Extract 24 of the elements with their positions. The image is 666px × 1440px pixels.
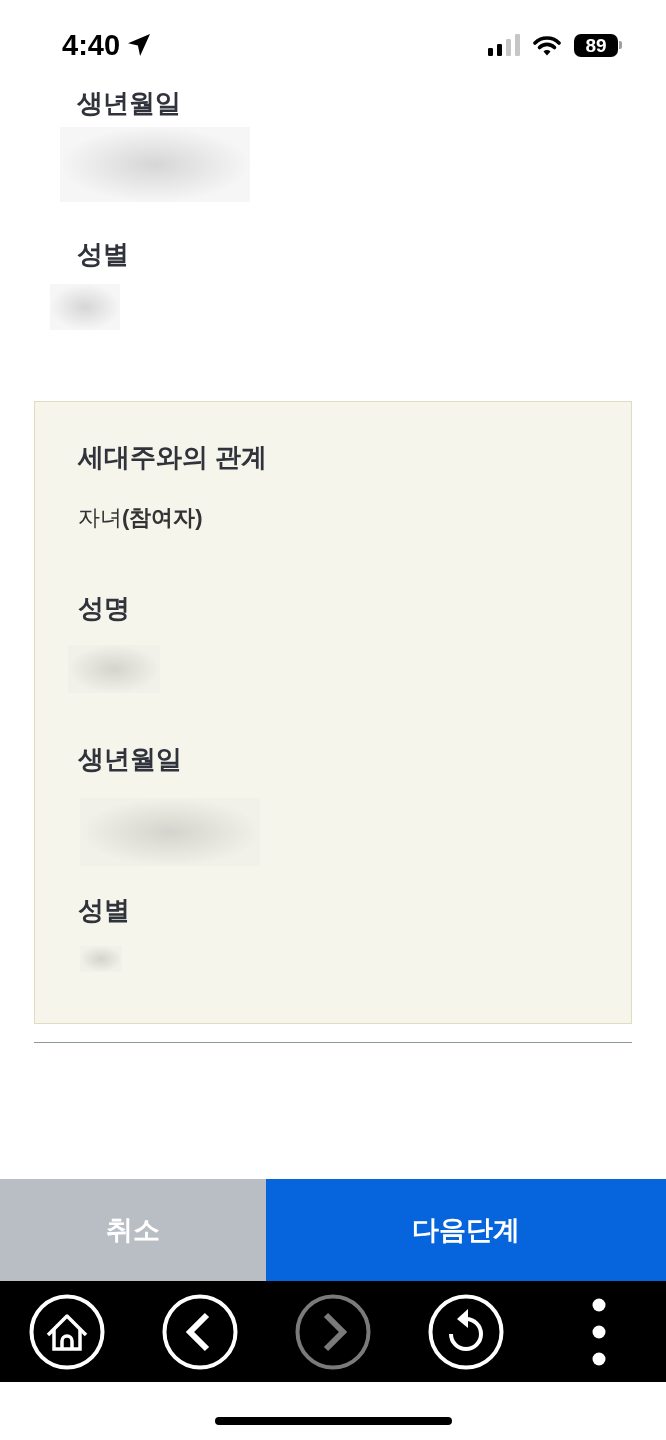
house-icon [28, 1293, 105, 1370]
wifi-icon [533, 34, 561, 56]
next-step-button[interactable]: 다음단계 [266, 1179, 666, 1281]
reload-icon [428, 1293, 505, 1370]
back-button[interactable] [161, 1293, 238, 1370]
chevron-right-icon [295, 1293, 371, 1370]
chevron-left-icon [161, 1293, 238, 1370]
field-label: 성별 [77, 238, 130, 271]
signal-icon [488, 34, 520, 56]
more-button[interactable] [592, 1297, 607, 1366]
field-label: 세대주와의 관계 [78, 441, 269, 474]
redacted-value [50, 284, 120, 330]
home-button[interactable] [28, 1293, 105, 1370]
field-label: 생년월일 [77, 87, 182, 120]
location-arrow-icon [128, 34, 151, 56]
field-label: 생년월일 [78, 743, 183, 776]
field-label: 성별 [78, 894, 131, 927]
redacted-value [80, 946, 122, 972]
battery-percent: 89 [574, 33, 618, 57]
reload-button[interactable] [428, 1293, 505, 1370]
field-value: 자녀(참여자) [78, 504, 203, 532]
field-label: 성명 [78, 592, 131, 625]
status-time: 4:40 [62, 30, 121, 60]
more-icon [592, 1297, 607, 1366]
